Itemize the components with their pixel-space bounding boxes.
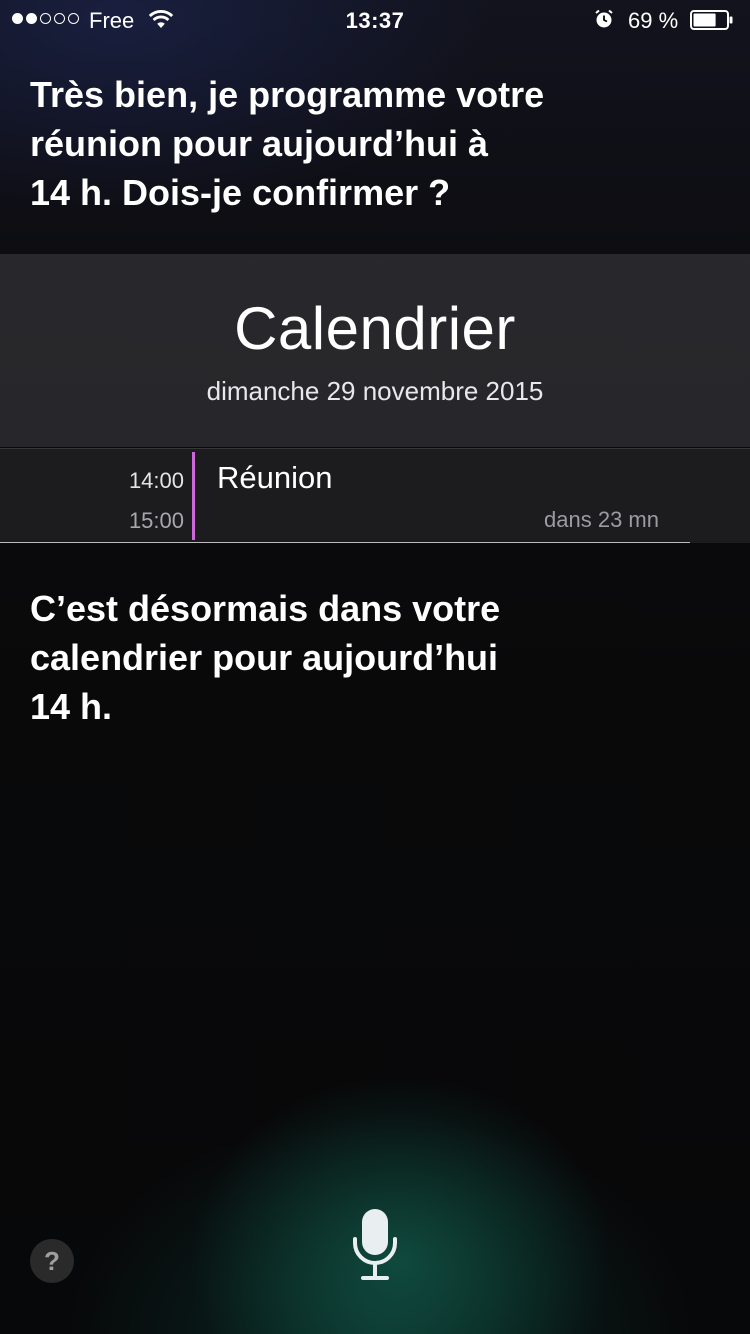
divider: [0, 542, 690, 543]
event-title: Réunion: [217, 460, 333, 495]
question-icon: ?: [44, 1246, 60, 1276]
alarm-icon: [595, 9, 613, 28]
event-start-time: 14:00: [128, 468, 184, 493]
siri-question-line: Très bien, je programme votre: [30, 74, 545, 115]
siri-question-line: 14 h. Dois-je confirmer ?: [30, 172, 451, 213]
status-bar: Free 13:37 69 %: [0, 0, 750, 40]
siri-answer: C’est désormais dans votre calendrier po…: [30, 584, 630, 731]
calendar-card[interactable]: Calendrier dimanche 29 novembre 2015: [0, 254, 750, 447]
event-color-bar: [192, 452, 195, 540]
calendar-date: dimanche 29 novembre 2015: [206, 376, 544, 406]
siri-answer-line: 14 h.: [30, 686, 113, 727]
event-relative-time: dans 23 mn: [544, 507, 659, 532]
siri-question-line: réunion pour aujourd’hui à: [30, 123, 488, 164]
battery-percent: 69 %: [628, 8, 679, 33]
help-button[interactable]: ?: [30, 1239, 74, 1283]
siri-answer-line: calendrier pour aujourd’hui: [30, 637, 499, 678]
microphone-icon[interactable]: [350, 1207, 400, 1283]
siri-question: Très bien, je programme votre réunion po…: [30, 70, 630, 217]
calendar-title: Calendrier: [234, 295, 516, 362]
siri-answer-line: C’est désormais dans votre: [30, 588, 501, 629]
event-end-time: 15:00: [128, 508, 184, 533]
battery-icon: [690, 10, 733, 30]
